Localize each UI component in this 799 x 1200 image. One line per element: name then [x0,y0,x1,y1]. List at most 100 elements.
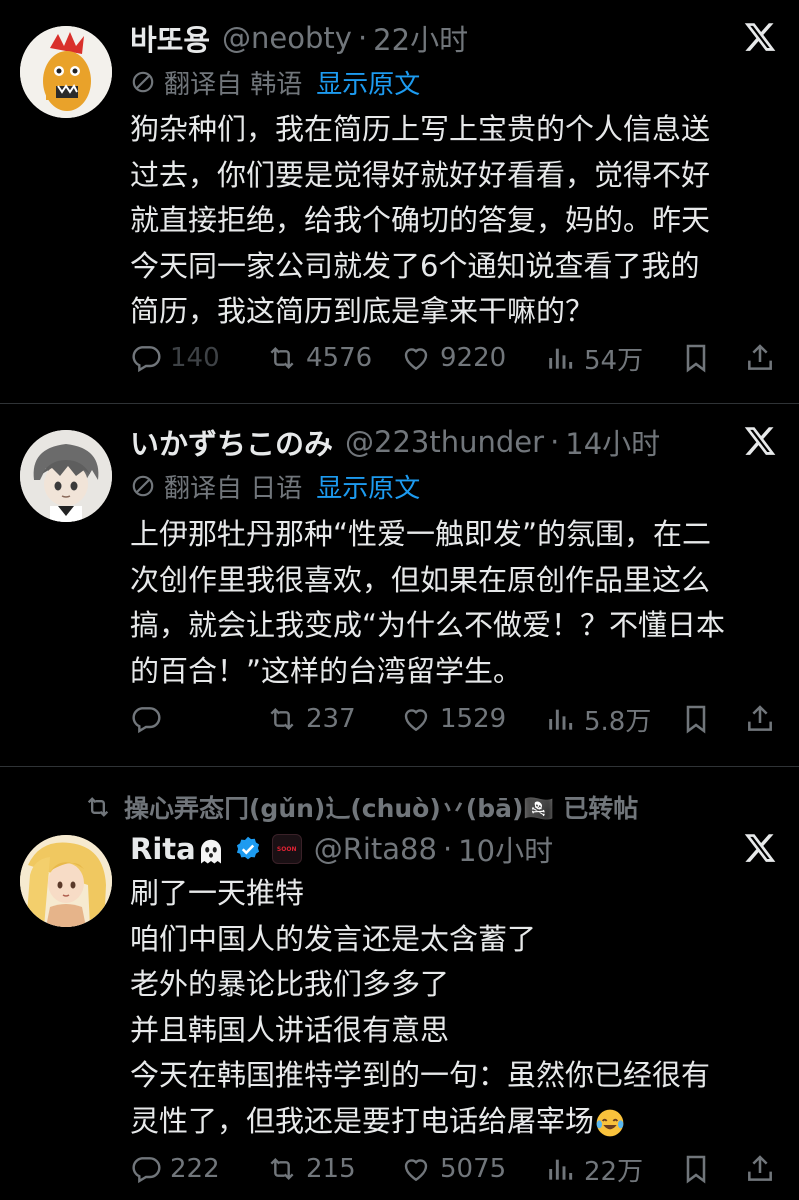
ghost-emoji-icon [200,839,221,864]
views-count: 5.8万 [584,706,652,737]
tweet-text: 上伊那牡丹那种“性爱一触即发”的氛围，在二 次创作里我很喜欢，但如果在原创作品里… [130,512,780,694]
separator-dot: · [550,425,560,459]
timestamp[interactable]: 14小时 [565,421,660,463]
tears-of-joy-emoji-icon [596,1109,624,1136]
tweet-text: 狗杂种们，我在简历上写上宝贵的个人信息送 过去，你们要是觉得好就好好看看，觉得不… [130,107,780,335]
show-original-link[interactable]: 显示原文 [316,468,420,505]
share-icon [748,705,772,731]
avatar[interactable] [20,26,112,118]
tweet-header: Rita SOON @Rita88 · 10小时 [130,827,553,871]
views-icon [549,1159,573,1180]
retweeted-by[interactable]: 操心弄态冂(gǔn)辶(chuò)丷(bā)🏴‍☠️ 已转帖 [84,787,638,827]
display-name[interactable]: 바또용 [130,17,210,59]
separator-dot: · [357,21,368,55]
avatar[interactable] [20,835,112,927]
tweet-text-line: 的百合！”这样的台湾留学生。 [130,653,523,688]
translated-from-label: 翻译自 韩语 [164,69,303,100]
views-count: 54万 [584,345,644,376]
views-icon [549,348,573,369]
bookmark-button[interactable] [680,1149,712,1189]
tweet-header: 바또용 @neobty · 22小时 [130,16,468,60]
reply-icon [132,707,161,734]
display-name[interactable]: いかずちこのみ [130,421,333,463]
avatar[interactable] [20,430,112,522]
tweet-text: 刷了一天推特 咱们中国人的发言还是太含蓄了 老外的暴论比我们多多了 并且韩国人讲… [130,871,780,1144]
bookmark-icon [686,705,706,734]
tweet[interactable]: 바또용 @neobty · 22小时 翻译自 韩语 显示原文 狗杂种们，我在简历… [0,0,799,403]
reply-count: 222 [170,1154,220,1184]
translate-icon [132,71,154,93]
views-button[interactable]: 22万 [544,1149,643,1189]
translate-icon [132,475,154,497]
retweet-count: 237 [306,704,356,734]
tweet-text-line: 今天在韩国推特学到的一句：虽然你已经很有 [130,1058,711,1092]
affiliate-badge-text: SOON [276,845,297,853]
timestamp[interactable]: 22小时 [373,17,468,59]
reply-icon [132,346,161,373]
like-button[interactable]: 5075 [400,1149,506,1189]
handle[interactable]: @neobty [222,21,352,55]
bookmark-button[interactable] [680,699,712,739]
action-bar: 237 1529 5.8万 [130,699,780,739]
display-name-text: Rita [130,832,196,866]
translated-from-label: 翻译自 日语 [164,473,303,504]
timeline-feed: 바또용 @neobty · 22小时 翻译自 韩语 显示原文 狗杂种们，我在简历… [0,0,799,1200]
views-icon [549,709,573,730]
tweet-text-line: 上伊那牡丹那种“性爱一触即发”的氛围，在二 [130,517,712,551]
tweet-header: いかずちこのみ @223thunder · 14小时 [130,420,660,464]
retweet-button[interactable]: 237 [266,699,356,739]
heart-icon [404,709,428,732]
views-button[interactable]: 5.8万 [544,699,651,739]
share-button[interactable] [744,338,776,378]
tweet-text-line: 就直接拒绝，给我个确切的答复，妈的。昨天 [130,203,711,237]
retweet-count: 215 [306,1154,356,1184]
retweet-icon [87,797,109,817]
tweet-text-line: 搞，就会让我变成“为什么不做爱！？不懂日本 [130,608,726,642]
tweet-text-line: 今天同一家公司就发了6个通知说查看了我的 [130,248,700,283]
translation-info: 翻译自 韩语 显示原文 [130,62,420,102]
reply-button[interactable] [130,699,170,739]
tweet[interactable]: いかずちこのみ @223thunder · 14小时 翻译自 日语 显示原文 上… [0,404,799,766]
tweet-text-line: 咱们中国人的发言还是太含蓄了 [130,921,537,956]
retweeted-by-label: 操心弄态冂(gǔn)辶(chuò)丷(bā)🏴‍☠️ 已转帖 [124,794,639,823]
tweet-text-line: 次创作里我很喜欢，但如果在原创作品里这么 [130,562,711,597]
retweet-button[interactable]: 4576 [266,338,372,378]
like-button[interactable]: 1529 [400,699,506,739]
tweet-text-line: 并且韩国人讲话很有意思 [130,1012,450,1047]
action-bar: 140 4576 9220 54万 [130,338,780,378]
x-logo-icon [744,834,776,862]
tweet-text-line-last: 灵性了，但我还是要打电话给屠宰场 [130,1099,780,1145]
reply-button[interactable]: 222 [130,1149,220,1189]
tweet-text-line: 狗杂种们，我在简历上写上宝贵的个人信息送 [130,112,711,146]
handle[interactable]: @Rita88 [314,832,437,866]
like-count: 1529 [440,704,507,734]
tweet-text-line: 过去，你们要是觉得好就好好看看，觉得不好 [130,157,711,192]
tweet[interactable]: 操心弄态冂(gǔn)辶(chuò)丷(bā)🏴‍☠️ 已转帖 Rita SOON [0,767,799,1200]
retweet-count: 4576 [306,343,373,373]
views-count: 22万 [584,1156,644,1187]
show-original-link[interactable]: 显示原文 [316,64,420,101]
x-logo-icon [744,427,776,455]
reply-icon [132,1157,161,1184]
separator-dot: · [442,832,453,866]
like-count: 9220 [440,343,507,373]
retweet-button[interactable]: 215 [266,1149,356,1189]
retweet-icon [270,707,294,731]
handle[interactable]: @223thunder [345,425,544,459]
verified-badge-icon[interactable] [234,835,262,863]
affiliate-badge[interactable]: SOON [271,834,302,864]
like-button[interactable]: 9220 [400,338,506,378]
bookmark-icon [686,344,706,373]
tweet-text-line: 灵性了，但我还是要打电话给屠宰场 [130,1103,595,1138]
views-button[interactable]: 54万 [544,338,643,378]
heart-icon [404,1159,428,1182]
reply-count: 140 [170,343,220,373]
bookmark-button[interactable] [680,338,712,378]
share-button[interactable] [744,1149,776,1189]
display-name[interactable]: Rita [130,832,226,866]
share-button[interactable] [744,699,776,739]
share-icon [748,344,772,370]
reply-button[interactable]: 140 [130,338,220,378]
timestamp[interactable]: 10小时 [458,828,553,870]
like-count: 5075 [440,1154,507,1184]
